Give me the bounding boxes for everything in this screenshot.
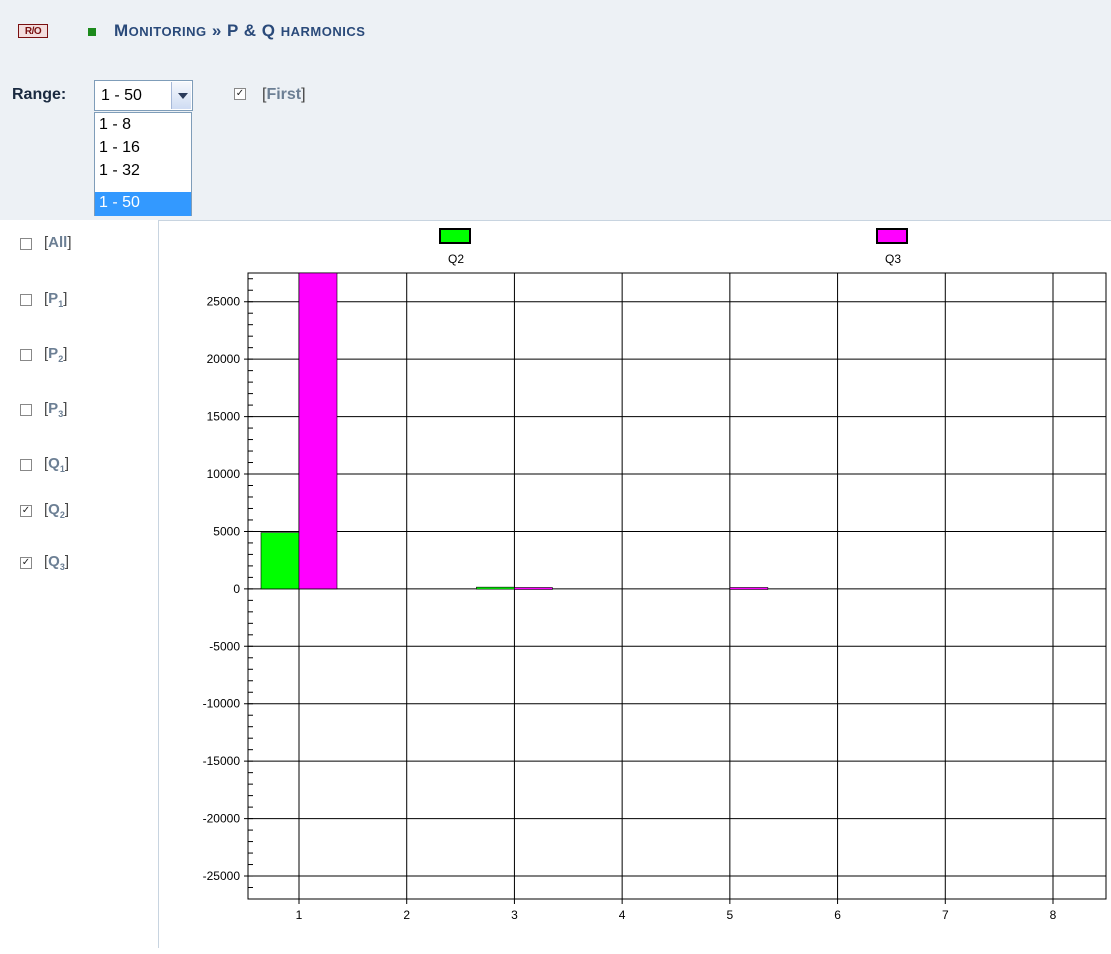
chevron-down-icon[interactable] (171, 82, 191, 109)
x-tick-label: 2 (403, 908, 410, 922)
y-tick-label: -5000 (209, 639, 240, 653)
range-select[interactable]: 1 - 50 (94, 80, 193, 111)
y-tick-label: -15000 (203, 754, 241, 768)
y-tick-label: -20000 (203, 812, 241, 826)
page-title: MONITORING » P & Q HARMONICS (114, 21, 366, 40)
read-only-badge: R/O (18, 24, 48, 38)
range-dropdown-list: 1 - 8 1 - 16 1 - 32 1 - 50 (94, 112, 192, 216)
series-checkbox[interactable] (20, 294, 32, 306)
y-tick-label: 15000 (207, 410, 241, 424)
legend-swatch (439, 228, 471, 244)
y-tick-label: -25000 (203, 869, 241, 883)
harmonics-bar-chart: -25000 -20000 -15000 -10000 -5000 0 5000 10000 1… (203, 228, 1107, 922)
series-toggle-label: [P3] (44, 400, 68, 419)
bar (729, 587, 769, 590)
first-checkbox[interactable]: ✓ (234, 88, 246, 100)
series-checkbox[interactable] (20, 404, 32, 416)
header-bar: R/O MONITORING » P & Q HARMONICS (0, 0, 1111, 62)
series-toggle-label: [All] (44, 234, 72, 251)
legend-label: Q2 (448, 252, 464, 266)
x-tick-label: 5 (727, 908, 734, 922)
series-toggle-label: [Q2] (44, 501, 70, 520)
range-option[interactable]: 1 - 16 (95, 137, 191, 160)
bar (514, 587, 553, 590)
status-square-icon (88, 28, 96, 36)
range-option[interactable]: 1 - 8 (95, 114, 191, 137)
series-checkbox[interactable] (20, 349, 32, 361)
x-tick-label: 4 (619, 908, 626, 922)
series-checkbox[interactable]: ✓ (20, 557, 32, 569)
series-toggle-label: [P2] (44, 345, 68, 364)
legend-label: Q3 (885, 252, 901, 266)
range-label: Range: (12, 86, 67, 103)
x-tick-label: 7 (942, 908, 949, 922)
range-option[interactable]: 1 - 32 (95, 160, 191, 183)
range-option-selected[interactable]: 1 - 50 (95, 192, 191, 216)
bar (298, 272, 338, 590)
chart-panel: -25000 -20000 -15000 -10000 -5000 0 5000 10000 1… (158, 220, 1111, 948)
series-checkbox[interactable]: ✓ (20, 505, 32, 517)
series-toggle-label: [Q3] (44, 553, 70, 572)
y-tick-label: 10000 (207, 467, 241, 481)
series-checkbox[interactable] (20, 459, 32, 471)
series-toggle-label: [P1] (44, 290, 68, 309)
x-tick-label: 6 (834, 908, 841, 922)
range-select-value: 1 - 50 (101, 87, 142, 104)
x-tick-label: 1 (296, 908, 303, 922)
y-tick-label: -10000 (203, 697, 241, 711)
y-tick-label: 25000 (207, 295, 241, 309)
x-tick-label: 8 (1050, 908, 1057, 922)
bar (476, 586, 515, 590)
x-tick-label: 3 (511, 908, 518, 922)
y-tick-label: 20000 (207, 352, 241, 366)
y-tick-label: 0 (233, 582, 240, 596)
series-toggle-label: [Q1] (44, 455, 70, 474)
legend-swatch (876, 228, 908, 244)
series-checkbox[interactable] (20, 238, 32, 250)
y-tick-label: 5000 (213, 524, 240, 538)
bar (260, 532, 300, 590)
plot-area (247, 272, 1107, 900)
first-label: [First] (262, 86, 306, 103)
